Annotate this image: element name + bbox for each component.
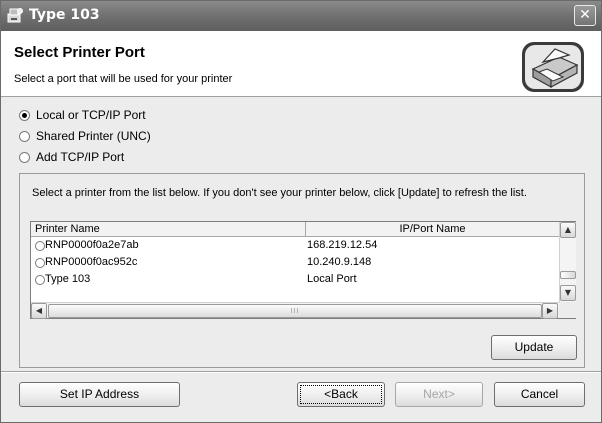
list-item[interactable]: Type 103 Local Port [31, 271, 559, 288]
grip-icon: III [290, 307, 300, 315]
set-ip-address-label: Set IP Address [59, 387, 140, 401]
row-radio-button[interactable] [35, 258, 45, 268]
scroll-left-button[interactable]: ◀ [31, 303, 47, 319]
radio-button[interactable] [19, 152, 30, 163]
scrollbar-corner [559, 302, 576, 318]
update-button[interactable]: Update [491, 335, 577, 360]
port-name: Local Port [307, 273, 357, 285]
footer-divider [1, 371, 601, 373]
scroll-up-button[interactable]: ▲ [560, 222, 576, 238]
port-option-label: Local or TCP/IP Port [36, 108, 146, 122]
horizontal-scroll-thumb[interactable]: III [48, 304, 542, 318]
close-icon: ✕ [579, 7, 591, 23]
port-name: 168.219.12.54 [307, 239, 378, 251]
page-title: Select Printer Port [14, 44, 145, 61]
port-option-label: Shared Printer (UNC) [36, 129, 151, 143]
update-button-label: Update [514, 340, 554, 354]
column-header-printer-name[interactable]: Printer Name [31, 222, 306, 237]
list-item[interactable]: RNP0000f0ac952c 10.240.9.148 [31, 254, 559, 271]
vertical-scrollbar[interactable]: ▲ ▼ [559, 222, 576, 302]
close-button[interactable]: ✕ [574, 5, 596, 26]
list-header: Printer Name IP/Port Name [31, 222, 559, 237]
chevron-up-icon: ▲ [564, 225, 572, 234]
wizard-header: Select Printer Port Select a port that w… [1, 31, 601, 97]
printer-list-group: Select a printer from the list below. If… [19, 173, 585, 368]
vertical-scroll-thumb[interactable] [560, 271, 576, 279]
list-item[interactable]: RNP0000f0a2e7ab 168.219.12.54 [31, 237, 559, 254]
radio-button[interactable] [19, 131, 30, 142]
printer-list-instructions: Select a printer from the list below. If… [32, 187, 527, 199]
title-bar[interactable]: Type 103 ✕ [1, 1, 601, 31]
scroll-down-button[interactable]: ▼ [560, 285, 576, 301]
row-radio-button[interactable] [35, 241, 45, 251]
scroll-right-button[interactable]: ▶ [542, 303, 558, 319]
page-subtitle: Select a port that will be used for your… [14, 73, 233, 85]
port-name: 10.240.9.148 [307, 256, 372, 268]
radio-button-selected[interactable] [19, 110, 30, 121]
column-header-port-name[interactable]: IP/Port Name [306, 222, 559, 237]
horizontal-scrollbar[interactable]: ◀ III ▶ [31, 302, 559, 319]
chevron-right-icon: ▶ [546, 306, 554, 315]
next-button[interactable]: Next> [395, 382, 483, 407]
chevron-down-icon: ▼ [564, 288, 572, 297]
back-button-label: <Back [324, 387, 358, 401]
window-title: Type 103 [29, 7, 100, 23]
next-button-label: Next> [423, 387, 455, 401]
printer-name: Type 103 [45, 273, 91, 285]
row-radio-button[interactable] [35, 275, 45, 285]
printer-icon [522, 42, 584, 92]
back-button[interactable]: <Back [297, 382, 385, 407]
dialog-window: Type 103 ✕ Select Printer Port Select a … [0, 0, 602, 423]
set-ip-address-button[interactable]: Set IP Address [19, 382, 180, 407]
setup-icon [7, 8, 23, 23]
port-option-label: Add TCP/IP Port [36, 150, 125, 164]
printer-name: RNP0000f0a2e7ab [45, 239, 139, 251]
printer-list[interactable]: Printer Name IP/Port Name RNP0000f0a2e7a… [30, 221, 576, 319]
cancel-button[interactable]: Cancel [494, 382, 585, 407]
printer-name: RNP0000f0ac952c [45, 256, 138, 268]
chevron-left-icon: ◀ [35, 306, 43, 315]
cancel-button-label: Cancel [520, 387, 559, 401]
